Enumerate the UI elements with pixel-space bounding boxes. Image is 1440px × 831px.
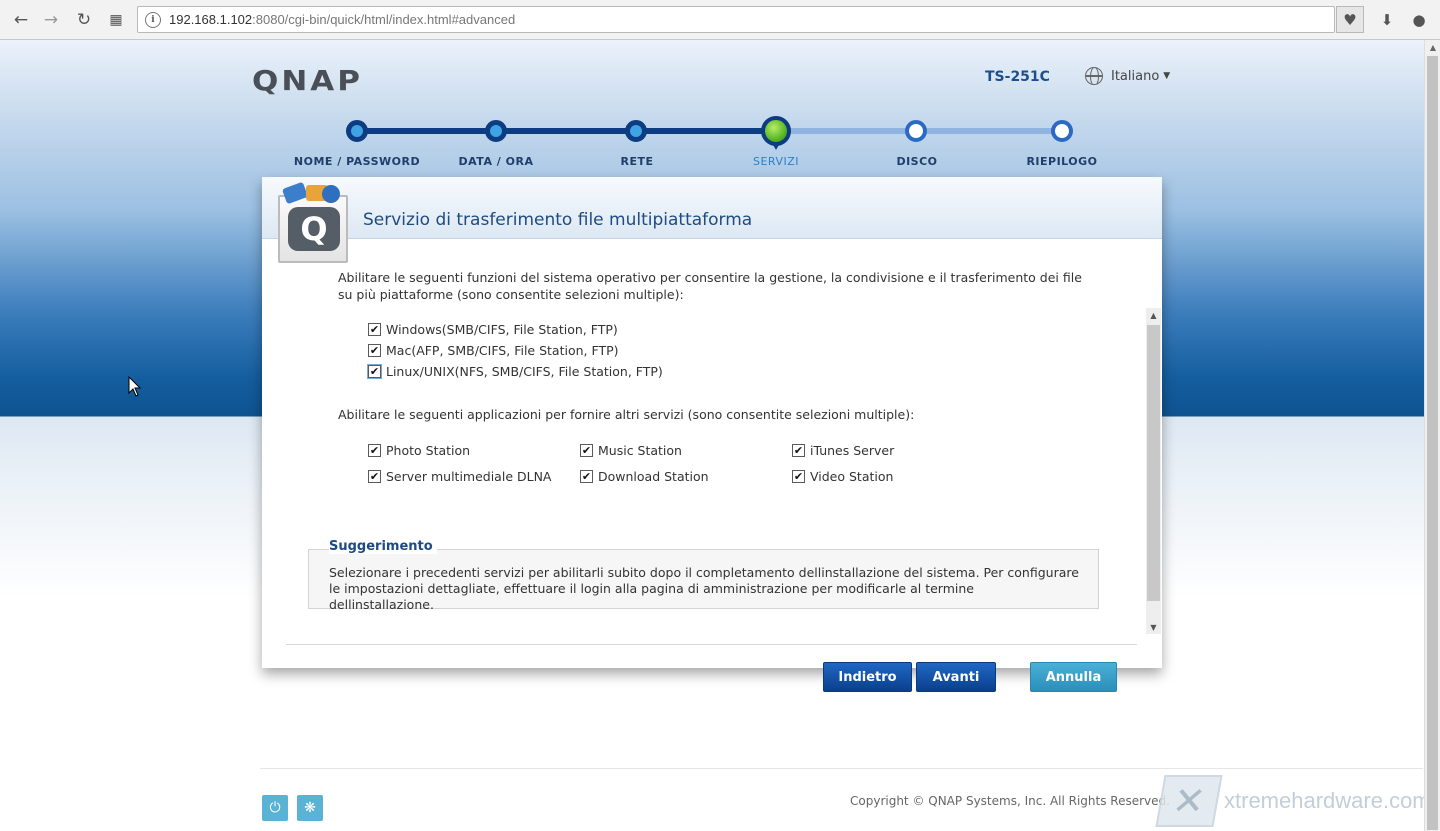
- globe-icon: [1085, 67, 1103, 85]
- step-marker-nome-password: [346, 120, 368, 142]
- checkbox-video-station[interactable]: ✔: [792, 470, 805, 483]
- checkbox-photo-station[interactable]: ✔: [368, 444, 381, 457]
- user-icon[interactable]: ●: [1405, 6, 1433, 33]
- hint-box: Selezionare i precedenti servizi per abi…: [308, 549, 1099, 612]
- browser-toolbar: ← → ↻ ▦ i 192.168.1.102:8080/cgi-bin/qui…: [0, 0, 1440, 40]
- arrow-left-icon[interactable]: ←: [9, 8, 33, 32]
- step-marker-servizi: [761, 116, 791, 150]
- page-scrollbar[interactable]: ▲: [1424, 40, 1440, 831]
- grid-icon[interactable]: ▦: [104, 8, 128, 32]
- hint-text: Selezionare i precedenti servizi per abi…: [329, 565, 1079, 612]
- page-scroll-thumb[interactable]: [1427, 56, 1438, 830]
- app-option-label: Music Station: [598, 443, 682, 458]
- settings-icon[interactable]: ❋: [297, 795, 323, 821]
- os-option-windows[interactable]: ✔ Windows(SMB/CIFS, File Station, FTP): [368, 319, 1098, 340]
- checkbox-download-station[interactable]: ✔: [580, 470, 593, 483]
- checkbox-dlna-server[interactable]: ✔: [368, 470, 381, 483]
- content-scrollbar[interactable]: ▲ ▼: [1146, 308, 1161, 634]
- watermark-x-icon: ✕: [1155, 775, 1223, 827]
- page-background: QNAP TS-251C Italiano ▼ NOME / PASSWORD …: [0, 40, 1424, 831]
- app-option-download-station[interactable]: ✔ Download Station: [580, 466, 792, 487]
- step-label-rete: RETE: [620, 155, 654, 168]
- os-options: ✔ Windows(SMB/CIFS, File Station, FTP) ✔ M…: [367, 319, 1098, 382]
- apps-intro-text: Abilitare le seguenti applicazioni per f…: [338, 407, 915, 422]
- address-bar[interactable]: i 192.168.1.102:8080/cgi-bin/quick/html/…: [137, 6, 1335, 33]
- step-marker-rete: [625, 120, 647, 142]
- step-label-data-ora: DATA / ORA: [458, 155, 534, 168]
- qnap-logo: QNAP: [252, 64, 364, 98]
- dialog-title: Servizio di trasferimento file multipiat…: [363, 210, 753, 230]
- scroll-up-icon[interactable]: ▲: [1425, 40, 1440, 54]
- qnap-app-icon: Q: [278, 181, 348, 263]
- app-option-label: Server multimediale DLNA: [386, 469, 552, 484]
- q-logo-icon: Q: [288, 207, 340, 251]
- back-button[interactable]: Indietro: [823, 662, 912, 692]
- step-marker-riepilogo: [1051, 120, 1073, 142]
- dialog-divider: [286, 644, 1137, 645]
- copyright-text: Copyright © QNAP Systems, Inc. All Right…: [850, 794, 1170, 808]
- app-option-photo-station[interactable]: ✔ Photo Station: [368, 440, 580, 461]
- language-label: Italiano: [1111, 68, 1160, 84]
- app-option-music-station[interactable]: ✔ Music Station: [580, 440, 792, 461]
- os-option-label: Linux/UNIX(NFS, SMB/CIFS, File Station, …: [386, 364, 663, 379]
- stepper-progress-done: [357, 128, 776, 134]
- step-label-nome-password: NOME / PASSWORD: [293, 155, 421, 168]
- os-intro-text: Abilitare le seguenti funzioni del siste…: [338, 270, 1082, 302]
- arrow-right-icon[interactable]: →: [39, 8, 63, 32]
- step-marker-data-ora: [485, 120, 507, 142]
- step-label-servizi: SERVIZI: [752, 155, 800, 168]
- reload-icon[interactable]: ↻: [72, 8, 96, 32]
- os-option-label: Mac(AFP, SMB/CIFS, File Station, FTP): [386, 343, 619, 358]
- hint-title: Suggerimento: [329, 539, 437, 554]
- scroll-down-icon[interactable]: ▼: [1146, 620, 1161, 634]
- cancel-button[interactable]: Annulla: [1030, 662, 1117, 692]
- step-label-riepilogo: RIEPILOGO: [1026, 155, 1098, 168]
- checkbox-windows[interactable]: ✔: [368, 323, 381, 336]
- next-button[interactable]: Avanti: [916, 662, 996, 692]
- scroll-thumb[interactable]: [1147, 325, 1160, 601]
- step-marker-disco: [905, 120, 927, 142]
- checkbox-itunes-server[interactable]: ✔: [792, 444, 805, 457]
- checkbox-music-station[interactable]: ✔: [580, 444, 593, 457]
- checkbox-linux[interactable]: ✔: [367, 364, 382, 379]
- globe-icon: [322, 185, 340, 203]
- os-option-linux[interactable]: ✔ Linux/UNIX(NFS, SMB/CIFS, File Station,…: [367, 361, 1098, 382]
- app-option-label: Video Station: [810, 469, 894, 484]
- caret-down-icon: ▼: [1163, 71, 1171, 81]
- app-option-dlna-server[interactable]: ✔ Server multimediale DLNA: [368, 466, 580, 487]
- app-option-label: Photo Station: [386, 443, 471, 458]
- url-text: 192.168.1.102:8080/cgi-bin/quick/html/in…: [169, 12, 516, 27]
- app-option-itunes-server[interactable]: ✔ iTunes Server: [792, 440, 1004, 461]
- watermark-text: xtremehardware.com: [1224, 788, 1424, 813]
- cursor-icon: [128, 376, 142, 397]
- download-icon[interactable]: ⬇: [1373, 6, 1401, 33]
- app-options: ✔ Photo Station ✔ Music Station ✔ iTunes Se…: [368, 440, 1098, 487]
- watermark: ✕ xtremehardware.com: [1155, 775, 1424, 827]
- language-selector[interactable]: Italiano ▼: [1085, 67, 1170, 85]
- scroll-up-icon[interactable]: ▲: [1146, 308, 1161, 322]
- power-icon[interactable]: ⏻: [262, 795, 288, 821]
- os-option-mac[interactable]: ✔ Mac(AFP, SMB/CIFS, File Station, FTP): [368, 340, 1098, 361]
- footer-divider: [260, 768, 1423, 769]
- setup-dialog: Q Servizio di trasferimento file multipi…: [262, 177, 1162, 692]
- step-label-disco: DISCO: [896, 155, 938, 168]
- heart-icon[interactable]: ♥: [1336, 6, 1364, 33]
- app-option-label: Download Station: [598, 469, 709, 484]
- info-icon[interactable]: i: [145, 11, 161, 28]
- model-name: TS-251C: [985, 69, 1050, 85]
- app-option-label: iTunes Server: [810, 443, 895, 458]
- os-option-label: Windows(SMB/CIFS, File Station, FTP): [386, 322, 618, 337]
- checkbox-mac[interactable]: ✔: [368, 344, 381, 357]
- dialog-content: Abilitare le seguenti funzioni del siste…: [338, 269, 1098, 487]
- app-option-video-station[interactable]: ✔ Video Station: [792, 466, 1004, 487]
